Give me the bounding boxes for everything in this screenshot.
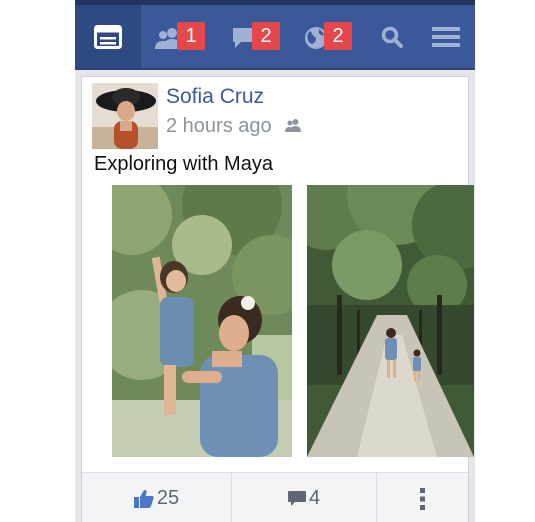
more-icon [419,487,425,510]
app-screen: 1 2 2 Sofia Cruz 2 hours ago Exploring w… [75,0,475,522]
author-name[interactable]: Sofia Cruz [166,85,264,109]
comment-icon [287,490,306,506]
photo-mother-and-child [112,185,292,457]
messages-badge: 2 [252,22,280,50]
menu-icon [432,26,460,47]
more-options-button[interactable] [377,473,468,522]
nav-menu[interactable] [413,5,475,68]
comment-count: 4 [308,487,321,509]
audience-icon [285,119,301,132]
nav-friend-requests[interactable]: 1 [141,5,207,68]
like-button[interactable]: 25 [82,473,232,522]
post-photo-1[interactable] [112,185,292,457]
like-count: 25 [156,487,180,509]
nav-notifications[interactable]: 2 [293,5,359,68]
search-icon [381,26,403,48]
comment-button[interactable]: 4 [232,473,377,522]
avatar[interactable] [92,83,158,149]
post-action-bar: 25 4 [82,472,468,522]
nav-news-feed[interactable] [75,5,141,68]
post-card: Sofia Cruz 2 hours ago Exploring with Ma… [81,76,474,522]
like-icon [133,489,154,508]
photo-tree-lined-path [307,185,474,457]
notifications-badge: 2 [324,22,352,50]
post-caption: Exploring with Maya [94,153,273,175]
top-navigation-bar: 1 2 2 [75,0,475,70]
post-timestamp[interactable]: 2 hours ago [166,115,272,138]
avatar-photo [92,83,158,149]
friend-requests-badge: 1 [177,22,205,50]
post-photo-2[interactable] [307,185,474,457]
feed-icon [94,24,122,49]
nav-messages[interactable]: 2 [220,5,286,68]
